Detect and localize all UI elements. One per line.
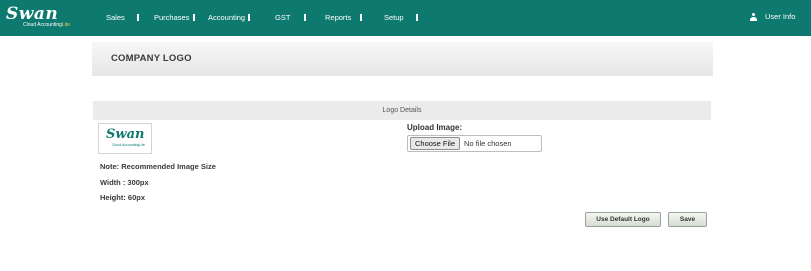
logo-preview-tagline: Cloud AccountingLite xyxy=(112,143,145,147)
width-note: Width : 300px xyxy=(100,178,149,187)
logo-preview: Swan Cloud AccountingLite xyxy=(98,123,152,154)
section-header-logo-details: Logo Details xyxy=(93,101,711,120)
upload-image-input[interactable]: Choose File No file chosen xyxy=(407,135,542,152)
save-button[interactable]: Save xyxy=(668,212,707,227)
user-info-menu[interactable]: User Info xyxy=(750,12,795,21)
brand-wordmark: Swan xyxy=(6,4,59,24)
nav-separator xyxy=(193,14,195,21)
nav-item-accounting[interactable]: Accounting xyxy=(208,13,245,22)
nav-separator xyxy=(360,14,362,21)
nav-separator xyxy=(137,14,139,21)
nav-item-gst[interactable]: GST xyxy=(275,13,290,22)
upload-image-label: Upload Image: xyxy=(407,123,463,132)
page-header: COMPANY LOGO xyxy=(92,42,713,76)
nav-separator xyxy=(248,14,250,21)
file-status-text: No file chosen xyxy=(464,139,512,148)
logo-preview-wordmark: Swan xyxy=(106,127,145,142)
use-default-logo-button[interactable]: Use Default Logo xyxy=(585,212,661,227)
nav-item-purchases[interactable]: Purchases xyxy=(154,13,189,22)
nav-item-reports[interactable]: Reports xyxy=(325,13,351,22)
height-note: Height: 60px xyxy=(100,193,146,202)
nav-separator xyxy=(304,14,306,21)
choose-file-button[interactable]: Choose File xyxy=(410,137,461,150)
nav-item-sales[interactable]: Sales xyxy=(106,13,125,22)
page-title: COMPANY LOGO xyxy=(111,53,192,64)
nav-item-setup[interactable]: Setup xyxy=(384,13,404,22)
nav-separator xyxy=(416,14,418,21)
brand-tagline: Cloud AccountingLite xyxy=(23,22,70,28)
brand-logo[interactable]: Swan Cloud AccountingLite xyxy=(6,4,70,31)
user-info-label: User Info xyxy=(765,12,796,21)
size-note: Note: Recommended Image Size xyxy=(100,162,216,171)
user-icon xyxy=(750,12,757,21)
top-navbar: Swan Cloud AccountingLite Sales Purchase… xyxy=(0,0,811,36)
